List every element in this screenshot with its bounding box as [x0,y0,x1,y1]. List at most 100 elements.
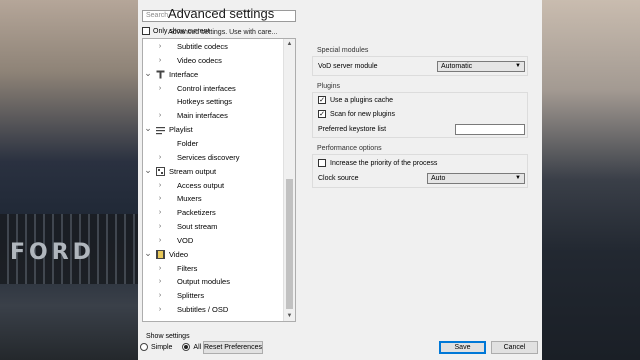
interface-icon [156,70,165,79]
chevron-right-icon[interactable]: › [156,40,164,54]
ford-logo: FORD [10,240,95,265]
page-subtitle: Advanced settings. Use with care... [168,29,278,36]
playlist-icon [156,126,165,135]
chevron-right-icon[interactable]: › [156,289,164,303]
scan-new-plugins-checkbox[interactable]: ✓ [318,110,326,118]
chevron-right-icon[interactable]: › [156,109,164,123]
tree-item-vod[interactable]: › VOD [143,234,283,248]
use-plugins-cache-checkbox[interactable]: ✓ [318,96,326,104]
chevron-right-icon[interactable]: › [156,206,164,220]
tree-item-video-codecs[interactable]: › Video codecs [143,54,283,68]
tree-item-control-interfaces[interactable]: › Control interfaces [143,82,283,96]
tree-item-label: Interface [169,69,199,79]
chevron-right-icon[interactable]: › [156,151,164,165]
clock-source-label: Clock source [318,175,359,182]
tree-item-label: Main interfaces [177,111,228,121]
tree-item-subtitles-osd[interactable]: › Subtitles / OSD [143,303,283,317]
tree-item-label: Filters [177,263,198,273]
tree-item-label: Video codecs [177,55,222,65]
tree-item-label: Splitters [177,291,205,301]
chevron-down-icon[interactable]: ⌄ [144,68,152,78]
background-image-right [542,0,640,360]
chevron-right-icon[interactable]: › [156,179,164,193]
all-radio-label: All [193,343,202,351]
tree-scrollbar[interactable]: ▲ ▼ [283,39,295,321]
stream-output-icon [156,167,165,177]
tree-item-splitters[interactable]: › Splitters [143,289,283,303]
show-settings-radios: Simple All [140,343,201,351]
save-button[interactable]: Save [439,341,486,354]
cancel-button[interactable]: Cancel [491,341,538,354]
chevron-right-icon[interactable]: › [156,82,164,96]
tree-item-interface[interactable]: ⌄ Interface [143,68,283,82]
chevron-right-icon[interactable]: › [156,220,164,234]
chevron-down-icon[interactable]: ⌄ [144,123,152,133]
tree-item-label: Video [169,249,189,259]
chevron-right-icon[interactable]: › [156,262,164,276]
performance-heading: Performance options [317,145,382,152]
scroll-thumb[interactable] [286,179,293,309]
vod-server-select[interactable]: Automatic ▼ [437,61,525,72]
scan-new-plugins-toggle[interactable]: ✓ Scan for new plugins [318,110,395,118]
tree-item-access-output[interactable]: › Access output [143,179,283,193]
all-radio[interactable] [182,343,191,351]
vod-server-value: Automatic [441,63,473,70]
tree-item-muxers[interactable]: › Muxers [143,192,283,206]
scan-new-plugins-label: Scan for new plugins [330,110,395,118]
tree-item-label: Folder [177,138,199,148]
tree-item-label: Hotkeys settings [177,97,233,107]
chevron-right-icon[interactable]: › [156,303,164,317]
tree-item-label: Subtitles / OSD [177,305,229,315]
increase-priority-checkbox[interactable] [318,159,326,167]
clock-source-value: Auto [431,175,446,182]
video-icon [156,250,165,260]
tree-item-label: Output modules [177,277,230,287]
tree-item-label: Access output [177,180,225,190]
increase-priority-label: Increase the priority of the process [330,159,438,167]
tree-item-stream-output[interactable]: ⌄ Stream output [143,165,283,179]
special-modules-heading: Special modules [317,47,369,54]
tree-item-output-modules[interactable]: › Output modules [143,275,283,289]
settings-tree[interactable]: › Subtitle codecs › Video codecs ⌄ Interface ›… [142,38,296,322]
tree-item-folder[interactable]: Folder [143,137,283,151]
chevron-right-icon[interactable]: › [156,54,164,68]
keystore-list-label: Preferred keystore list [318,126,387,133]
tree-item-main-interfaces[interactable]: › Main interfaces [143,109,283,123]
tree-item-label: Subtitle codecs [177,42,228,51]
chevron-down-icon: ▼ [515,175,521,181]
simple-radio[interactable] [140,343,148,351]
chevron-right-icon[interactable]: › [156,192,164,206]
chevron-right-icon[interactable]: › [156,275,164,289]
tree-item-services-discovery[interactable]: › Services discovery [143,151,283,165]
reset-preferences-button[interactable]: Reset Preferences [203,341,263,354]
page-title: Advanced settings [168,6,275,21]
use-plugins-cache-label: Use a plugins cache [330,96,394,104]
tree-item-label: Stream output [169,166,217,176]
tree-item-filters[interactable]: › Filters [143,262,283,276]
tree-item-sout-stream[interactable]: › Sout stream [143,220,283,234]
tree-item-label: Playlist [169,125,193,135]
plugins-heading: Plugins [317,83,340,90]
tree-item-label: VOD [177,235,194,245]
show-settings-label: Show settings [146,333,190,340]
chevron-down-icon[interactable]: ⌄ [144,165,152,175]
tree-item-playlist[interactable]: ⌄ Playlist [143,123,283,137]
simple-radio-label: Simple [151,343,173,351]
increase-priority-toggle[interactable]: Increase the priority of the process [318,159,437,167]
clock-source-select[interactable]: Auto ▼ [427,173,525,184]
chevron-down-icon: ▼ [515,63,521,69]
scroll-up-icon[interactable]: ▲ [284,39,295,49]
keystore-list-input[interactable] [455,124,525,135]
tree-item-label: Services discovery [177,152,240,162]
vod-server-label: VoD server module [318,63,378,70]
scroll-down-icon[interactable]: ▼ [284,311,295,321]
tree-item-subtitle-codecs[interactable]: › Subtitle codecs [143,40,283,54]
chevron-right-icon[interactable]: › [156,234,164,248]
only-show-current-checkbox[interactable] [142,27,150,35]
use-plugins-cache-toggle[interactable]: ✓ Use a plugins cache [318,96,393,104]
tree-item-video[interactable]: ⌄ Video [143,248,283,262]
tree-item-packetizers[interactable]: › Packetizers [143,206,283,220]
tree-item-hotkeys-settings[interactable]: Hotkeys settings [143,95,283,109]
tree-item-label: Packetizers [177,208,216,218]
chevron-down-icon[interactable]: ⌄ [144,248,152,258]
